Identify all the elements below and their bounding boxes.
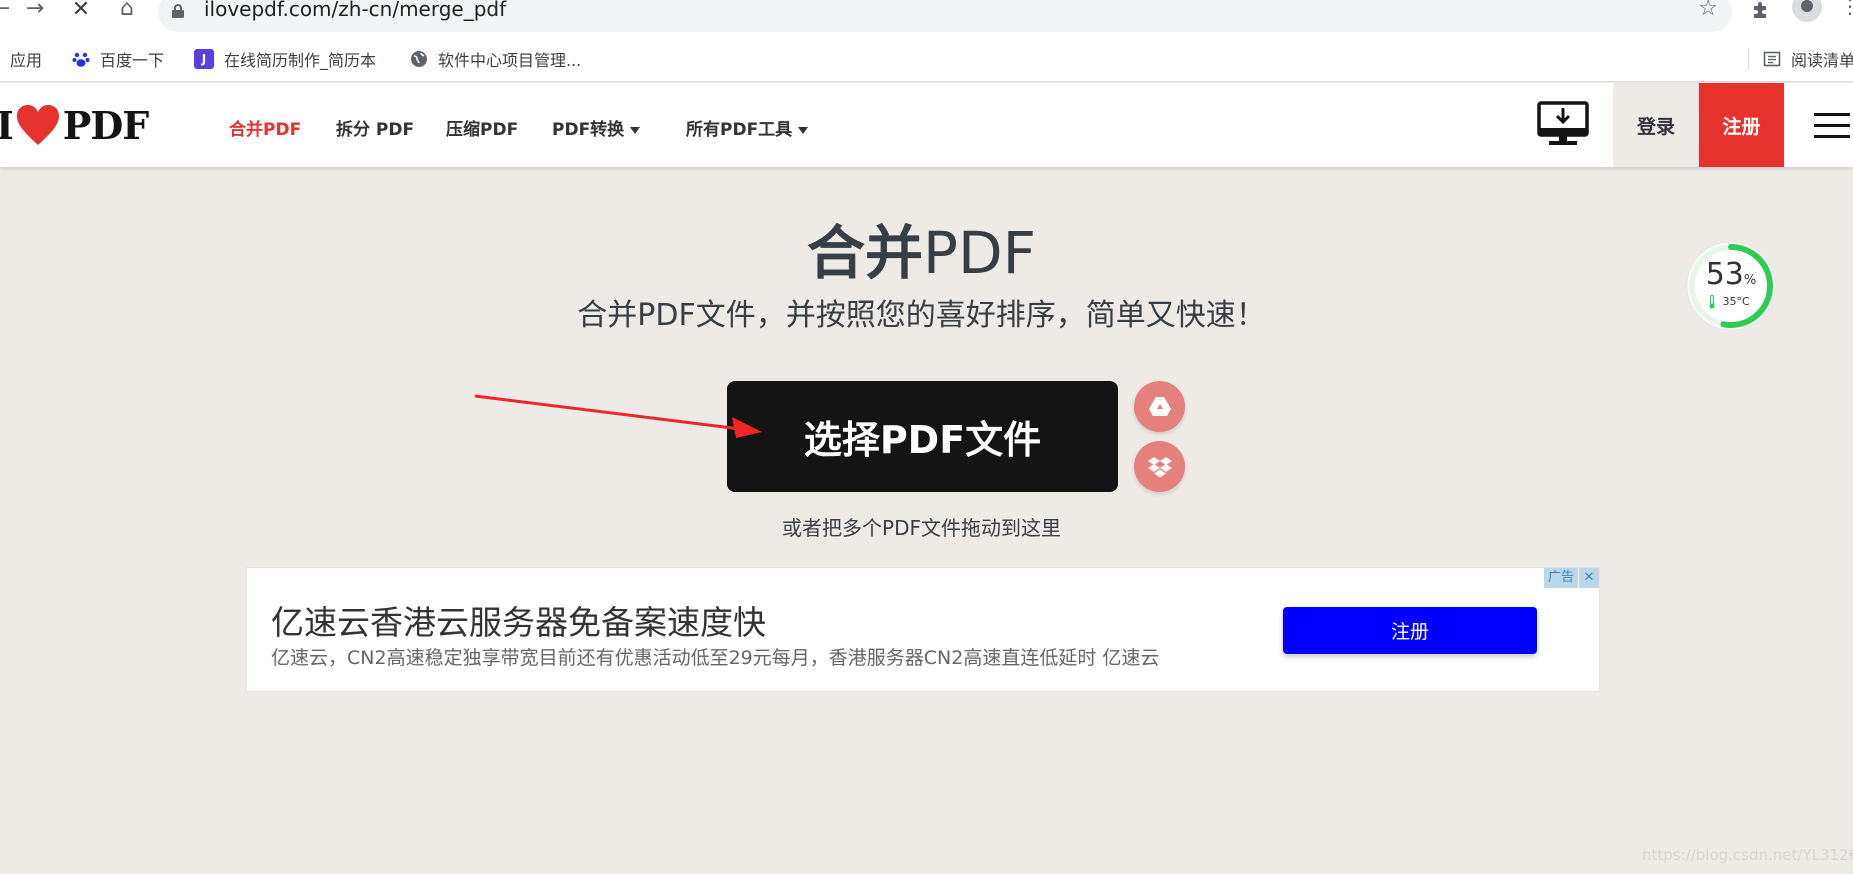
heart-icon [16, 105, 59, 145]
drag-drop-hint: 或者把多个PDF文件拖动到这里 [782, 516, 1061, 540]
globe-icon [410, 50, 428, 68]
gauge-temperature-value: 35°C [1722, 295, 1750, 308]
reading-list-label: 阅读清单 [1791, 51, 1853, 70]
jianliben-icon: J [194, 49, 214, 69]
bookmark-label: 在线简历制作_简历本 [224, 51, 377, 70]
ad-description[interactable]: 亿速云，CN2高速稳定独享带宽目前还有优惠活动低至29元每月，香港服务器CN2高… [271, 643, 1159, 670]
bookmark-label: 软件中心项目管理... [438, 51, 582, 70]
lock-icon [172, 4, 184, 18]
login-button[interactable]: 登录 [1613, 83, 1699, 167]
url-text[interactable]: ilovepdf.com/zh-cn/merge_pdf [204, 0, 506, 21]
red-arrow-annotation [474, 394, 762, 438]
reading-list-icon [1763, 50, 1781, 68]
browser-menu-icon[interactable]: ⋮ [1840, 0, 1853, 18]
page-title-rest: PDF [923, 219, 1036, 287]
reading-list[interactable]: 阅读清单 [1748, 48, 1853, 70]
ad-signup-button[interactable]: 注册 [1283, 607, 1537, 654]
csdn-watermark: https://blog.csdn.net/YL3126 [1642, 846, 1853, 864]
ad-title[interactable]: 亿速云香港云服务器免备案速度快 [271, 596, 766, 644]
site-header: I PDF 合并PDF 拆分 PDF 压缩PDF PDF转换 所有PDF工具 登… [0, 83, 1853, 167]
bookmark-software-center[interactable]: 软件中心项目管理... [410, 48, 581, 70]
gauge-temperature: 35°C [1708, 295, 1750, 309]
gauge-percent: 53% [1684, 257, 1778, 292]
forward-arrow-icon[interactable]: → [20, 0, 50, 24]
browser-toolbar: ← → ✕ ⌂ ilovepdf.com/zh-cn/merge_pdf ☆ ⋮ [0, 0, 1853, 36]
nav-all-pdf-tools[interactable]: 所有PDF工具 [686, 115, 809, 140]
select-pdf-files-button[interactable]: 选择PDF文件 [727, 381, 1118, 492]
google-drive-icon [1148, 396, 1171, 416]
nav-all-tools-label: 所有PDF工具 [686, 120, 793, 140]
dropbox-button[interactable] [1134, 441, 1185, 492]
ad-close-icon[interactable]: ✕ [1579, 568, 1599, 588]
bookmark-label: 百度一下 [100, 51, 165, 70]
caret-down-icon [798, 126, 809, 134]
page-title: 合并PDF [0, 206, 1843, 290]
page-subtitle: 合并PDF文件，并按照您的喜好排序，简单又快速！ [577, 298, 1266, 333]
desktop-download-icon[interactable] [1537, 101, 1589, 147]
back-arrow-icon[interactable]: ← [0, 0, 16, 24]
ad-label: 广告 [1543, 568, 1578, 588]
nav-compress-pdf[interactable]: 压缩PDF [446, 115, 518, 140]
ad-tag: 广告 ✕ [1543, 568, 1599, 588]
bookmark-baidu[interactable]: 百度一下 [72, 48, 164, 70]
extensions-puzzle-icon[interactable] [1750, 0, 1772, 27]
hamburger-menu-icon[interactable] [1814, 113, 1850, 139]
signup-button[interactable]: 注册 [1699, 83, 1784, 167]
caret-down-icon [630, 126, 641, 134]
performance-gauge-widget[interactable]: 53% 35°C [1684, 239, 1778, 333]
page-title-bold: 合并 [806, 219, 923, 287]
ilovepdf-logo[interactable]: I PDF [0, 101, 150, 149]
bookmark-apps[interactable]: 应用 [0, 48, 42, 70]
gauge-percent-unit: % [1743, 273, 1757, 288]
address-bar[interactable]: ilovepdf.com/zh-cn/merge_pdf ☆ [158, 0, 1732, 32]
nav-pdf-convert-label: PDF转换 [552, 120, 625, 140]
bookmark-label: 应用 [10, 51, 43, 70]
nav-split-pdf[interactable]: 拆分 PDF [336, 115, 414, 140]
bookmark-star-icon[interactable]: ☆ [1698, 0, 1718, 21]
bookmarks-bar: 应用 百度一下 J 在线简历制作_简历本 软件中心项目管理... 阅读清单 [0, 36, 1853, 82]
baidu-paw-icon [72, 50, 90, 68]
nav-merge-pdf[interactable]: 合并PDF [229, 115, 301, 140]
gauge-percent-value: 53 [1705, 257, 1744, 292]
thermometer-icon [1709, 295, 1715, 309]
stop-loading-icon[interactable]: ✕ [66, 0, 96, 25]
advertisement-banner[interactable]: 亿速云香港云服务器免备案速度快 亿速云，CN2高速稳定独享带宽目前还有优惠活动低… [246, 567, 1600, 692]
profile-avatar-icon[interactable] [1792, 0, 1822, 22]
logo-word: PDF [62, 102, 150, 148]
dropbox-icon [1147, 456, 1172, 477]
bookmark-jianliben[interactable]: J 在线简历制作_简历本 [194, 48, 376, 70]
google-drive-button[interactable] [1134, 381, 1185, 432]
nav-pdf-convert[interactable]: PDF转换 [552, 115, 641, 140]
logo-letter: I [0, 102, 14, 148]
home-icon[interactable]: ⌂ [112, 0, 142, 24]
